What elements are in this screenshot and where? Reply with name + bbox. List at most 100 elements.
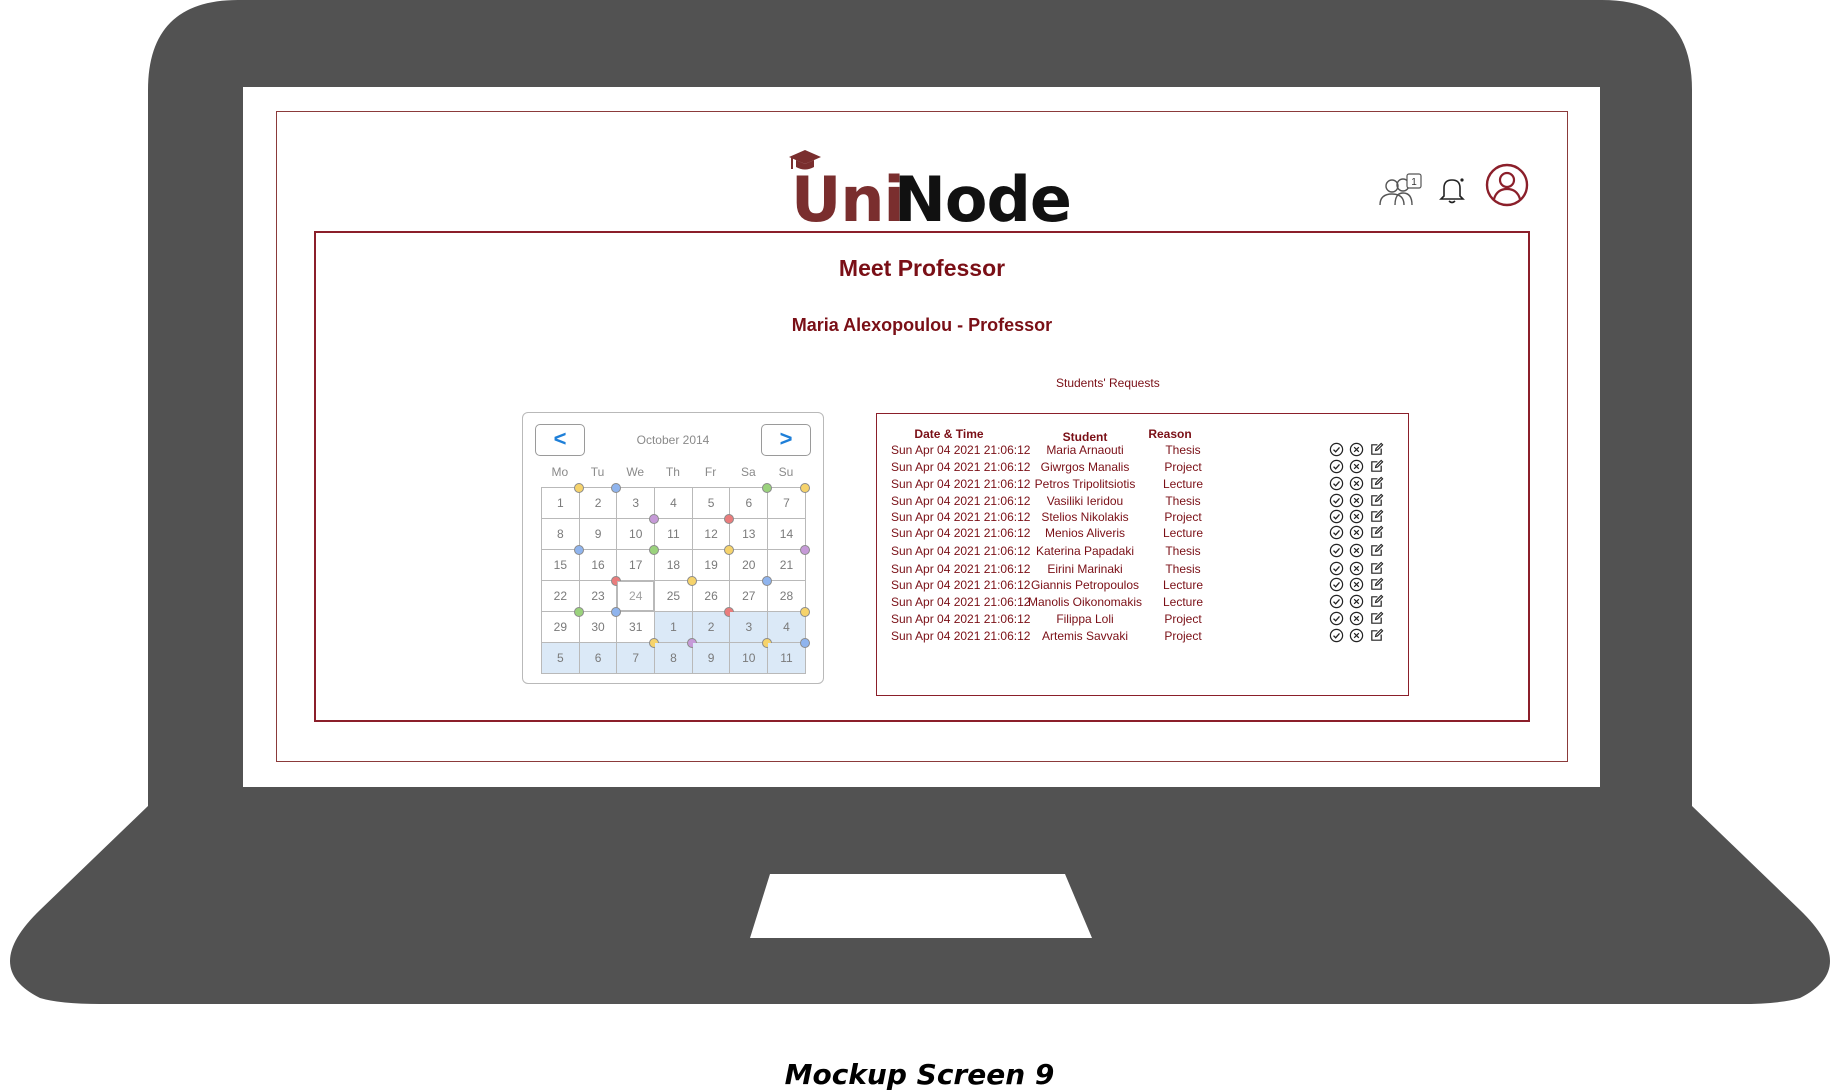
event-marker-dot[interactable]	[799, 483, 810, 493]
reject-x-icon[interactable]	[1349, 543, 1365, 559]
calendar-day-number: 5	[707, 496, 715, 510]
calendar-day[interactable]: 11	[768, 638, 810, 674]
calendar-prev-button[interactable]: <	[535, 424, 585, 456]
reject-x-icon[interactable]	[1349, 577, 1365, 593]
calendar-day-number: 26	[704, 589, 718, 603]
request-reason: Project	[1164, 510, 1202, 524]
unipnode-logo[interactable]: Uni Node	[777, 147, 1077, 237]
reject-x-icon[interactable]	[1349, 611, 1365, 627]
reject-x-icon[interactable]	[1349, 493, 1365, 509]
calendar-day[interactable]: 7	[768, 483, 810, 519]
calendar-day-number: 13	[742, 527, 756, 541]
calendar-day-number: 6	[594, 651, 602, 665]
calendar-day[interactable]: 27	[730, 576, 773, 612]
accept-check-icon[interactable]	[1329, 509, 1345, 525]
calendar-day[interactable]: 2	[692, 607, 735, 643]
edit-icon[interactable]	[1369, 493, 1385, 509]
reject-x-icon[interactable]	[1349, 476, 1365, 492]
calendar-day[interactable]: 28	[768, 581, 806, 612]
accept-check-icon[interactable]	[1329, 493, 1345, 509]
calendar-day[interactable]: 30	[579, 607, 622, 643]
edit-icon[interactable]	[1369, 577, 1385, 593]
calendar-day[interactable]: 18	[655, 550, 693, 581]
edit-icon[interactable]	[1369, 442, 1385, 458]
accept-check-icon[interactable]	[1329, 611, 1345, 627]
reject-x-icon[interactable]	[1349, 442, 1365, 458]
calendar-day[interactable]: 19	[692, 545, 735, 581]
edit-icon[interactable]	[1369, 509, 1385, 525]
calendar-day-number: 27	[742, 589, 756, 603]
accept-check-icon[interactable]	[1329, 594, 1345, 610]
calendar-day[interactable]: 29	[542, 607, 584, 643]
reject-x-icon[interactable]	[1349, 459, 1365, 475]
calendar-day[interactable]: 6	[579, 643, 618, 674]
weekday-label: Sa	[740, 465, 756, 479]
request-reason: Lecture	[1162, 578, 1204, 592]
calendar-day[interactable]: 9	[579, 519, 618, 550]
accept-check-icon[interactable]	[1329, 577, 1345, 593]
group-requests-icon[interactable]: 1	[1378, 173, 1424, 209]
calendar-day[interactable]: 15	[542, 545, 584, 581]
calendar-day-number: 18	[666, 558, 681, 572]
calendar-day[interactable]: 31	[617, 612, 656, 643]
event-marker-dot[interactable]	[799, 607, 810, 617]
request-reason: Thesis	[1165, 443, 1201, 457]
edit-icon[interactable]	[1369, 628, 1385, 644]
calendar-day[interactable]: 4	[768, 607, 810, 643]
calendar-day[interactable]: 11	[655, 519, 693, 550]
calendar-day-number: 4	[783, 620, 790, 634]
edit-icon[interactable]	[1369, 459, 1385, 475]
row-actions	[1329, 459, 1399, 477]
calendar-day-number: 9	[594, 527, 602, 541]
calendar-day[interactable]: 24	[617, 581, 656, 612]
calendar-day[interactable]: 5	[542, 643, 580, 674]
calendar-day-number: 17	[629, 558, 643, 572]
calendar-day[interactable]: 3	[617, 488, 656, 519]
calendar-day[interactable]: 25	[655, 576, 697, 612]
user-profile-icon[interactable]	[1485, 163, 1529, 207]
calendar-day[interactable]: 1	[655, 612, 693, 643]
edit-icon[interactable]	[1369, 611, 1385, 627]
event-marker-dot[interactable]	[799, 638, 810, 648]
event-marker-dot[interactable]	[799, 545, 810, 555]
edit-icon[interactable]	[1369, 594, 1385, 610]
calendar-day[interactable]: 8	[655, 638, 697, 674]
calendar-day-number: 8	[670, 651, 677, 665]
calendar-next-button[interactable]: >	[761, 424, 811, 456]
calendar-day[interactable]: 20	[730, 550, 769, 581]
calendar-day[interactable]: 8	[542, 519, 580, 550]
calendar-day[interactable]: 10	[617, 514, 660, 550]
edit-icon[interactable]	[1369, 476, 1385, 492]
bell-icon[interactable]	[1438, 175, 1466, 205]
calendar-day[interactable]: 7	[617, 638, 660, 674]
accept-check-icon[interactable]	[1329, 543, 1345, 559]
row-actions	[1329, 628, 1399, 646]
accept-check-icon[interactable]	[1329, 628, 1345, 644]
edit-icon[interactable]	[1369, 525, 1385, 541]
reject-x-icon[interactable]	[1349, 628, 1365, 644]
reject-x-icon[interactable]	[1349, 509, 1365, 525]
calendar-day[interactable]: 3	[730, 612, 769, 643]
reject-x-icon[interactable]	[1349, 594, 1365, 610]
edit-icon[interactable]	[1369, 561, 1385, 577]
accept-check-icon[interactable]	[1329, 442, 1345, 458]
calendar-day[interactable]: 10	[730, 638, 773, 674]
calendar-day[interactable]: 14	[768, 519, 806, 550]
calendar-day[interactable]: 13	[730, 519, 769, 550]
reject-x-icon[interactable]	[1349, 561, 1365, 577]
calendar-day[interactable]: 9	[692, 643, 731, 674]
accept-check-icon[interactable]	[1329, 459, 1345, 475]
calendar-day-number: 21	[779, 558, 794, 572]
reject-x-icon[interactable]	[1349, 525, 1365, 541]
accept-check-icon[interactable]	[1329, 476, 1345, 492]
calendar-day[interactable]: 4	[655, 488, 693, 519]
accept-check-icon[interactable]	[1329, 561, 1345, 577]
calendar-day[interactable]: 17	[617, 545, 660, 581]
edit-icon[interactable]	[1369, 543, 1385, 559]
calendar-day[interactable]: 22	[542, 581, 580, 612]
calendar-day[interactable]: 2	[579, 483, 622, 519]
calendar-day[interactable]: 6	[730, 483, 773, 519]
calendar-day[interactable]: 21	[768, 545, 810, 581]
accept-check-icon[interactable]	[1329, 525, 1345, 541]
calendar-day[interactable]: 1	[542, 483, 584, 519]
